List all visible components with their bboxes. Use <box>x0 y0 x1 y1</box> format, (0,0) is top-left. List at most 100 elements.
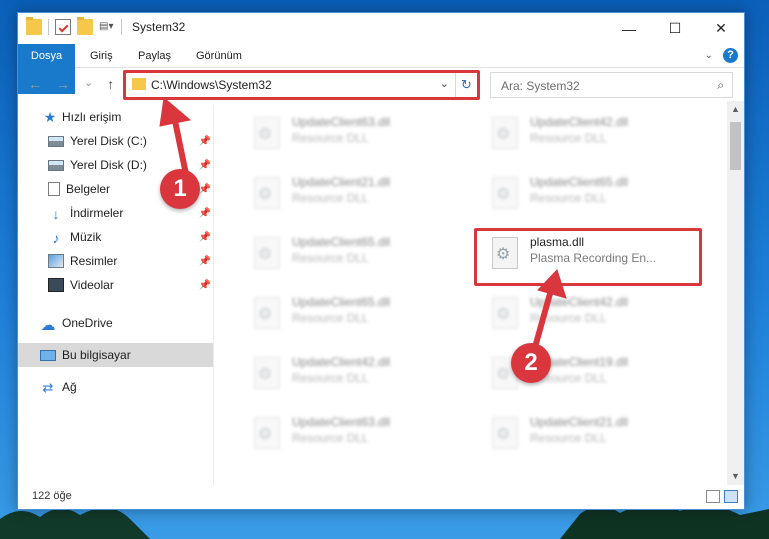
file-list: UpdateClient63.dll Resource DLL UpdateCl… <box>230 105 730 485</box>
list-item[interactable]: UpdateClient65.dll Resource DLL <box>248 229 478 279</box>
file-name: UpdateClient65.dll <box>292 295 391 309</box>
sidebar-item-label: Resimler <box>70 254 118 268</box>
file-name: UpdateClient63.dll <box>292 115 391 129</box>
quick-access-toolbar: ▤▾ System32 <box>26 17 186 35</box>
window-controls: — ☐ ✕ <box>606 13 744 44</box>
search-input[interactable]: Ara: System32 ⌕ <box>490 72 733 98</box>
list-item[interactable]: UpdateClient21.dll Resource DLL <box>486 409 716 459</box>
pin-icon[interactable]: 📌 <box>199 280 211 291</box>
chevron-down-icon[interactable]: ⌄ <box>705 50 713 61</box>
computer-icon <box>40 349 56 361</box>
recent-locations-button[interactable]: ⌄ <box>84 76 93 92</box>
dll-file-icon <box>254 177 280 209</box>
ribbon-tabs: Dosya Giriş Paylaş Görünüm ⌄ ? <box>18 44 744 94</box>
network-icon: ⇄ <box>42 380 54 395</box>
file-description: Resource DLL <box>292 311 369 325</box>
address-highlight-box <box>123 70 480 100</box>
dll-file-icon <box>254 117 280 149</box>
sidebar-item-label: Hızlı erişim <box>62 110 122 124</box>
pin-icon[interactable]: 📌 <box>199 136 211 147</box>
file-description: Resource DLL <box>530 191 607 205</box>
customize-toolbar-icon[interactable]: ▤▾ <box>99 19 115 35</box>
drive-icon <box>48 159 64 171</box>
sidebar-item-this-pc[interactable]: Bu bilgisayar <box>18 343 213 367</box>
close-button[interactable]: ✕ <box>698 13 744 44</box>
pin-icon[interactable]: 📌 <box>199 208 211 219</box>
sidebar-item-pictures[interactable]: Resimler 📌 <box>18 249 213 273</box>
list-item[interactable]: UpdateClient65.dll Resource DLL <box>248 289 478 339</box>
pin-icon[interactable]: 📌 <box>199 160 211 171</box>
maximize-button[interactable]: ☐ <box>652 13 698 44</box>
file-name: UpdateClient21.dll <box>292 175 391 189</box>
file-name: UpdateClient21.dll <box>530 415 629 429</box>
list-item[interactable]: UpdateClient63.dll Resource DLL <box>248 109 478 159</box>
file-name: UpdateClient42.dll <box>530 115 629 129</box>
file-name: UpdateClient65.dll <box>530 175 629 189</box>
music-icon: ♪ <box>52 230 60 246</box>
pane-divider[interactable] <box>213 105 214 485</box>
dll-file-icon <box>492 177 518 209</box>
file-description: Resource DLL <box>530 431 607 445</box>
dll-file-icon <box>254 237 280 269</box>
back-button[interactable]: ← <box>28 76 42 92</box>
drive-icon <box>48 135 64 147</box>
forward-button[interactable]: → <box>56 76 70 92</box>
pictures-icon <box>48 254 64 268</box>
folder-icon[interactable] <box>26 17 42 35</box>
sidebar-item-label: Videolar <box>70 278 114 292</box>
dll-file-icon <box>254 297 280 329</box>
details-view-icon[interactable] <box>706 490 720 503</box>
list-item[interactable]: UpdateClient42.dll Resource DLL <box>248 349 478 399</box>
list-item[interactable]: UpdateClient63.dll Resource DLL <box>248 409 478 459</box>
scroll-up-icon[interactable]: ▲ <box>727 101 744 118</box>
minimize-button[interactable]: — <box>606 13 652 44</box>
up-button[interactable]: ↑ <box>107 76 114 92</box>
list-item[interactable]: UpdateClient42.dll Resource DLL <box>486 289 716 339</box>
sidebar-item-label: Yerel Disk (D:) <box>70 158 147 172</box>
navigation-bar: ← → ⌄ ↑ C:\Windows\System32 ⌄ ↻ Ara: Sys… <box>18 70 744 100</box>
search-placeholder: Ara: System32 <box>501 79 580 93</box>
ribbon-right: ⌄ ? <box>705 48 738 63</box>
tiles-view-icon[interactable] <box>724 490 738 503</box>
scroll-down-icon[interactable]: ▼ <box>727 468 744 485</box>
search-icon[interactable]: ⌕ <box>717 78 724 93</box>
tab-view[interactable]: Görünüm <box>186 44 252 68</box>
sidebar-item-videos[interactable]: Videolar 📌 <box>18 273 213 297</box>
star-icon: ★ <box>43 108 57 125</box>
sidebar-item-network[interactable]: ⇄ Ağ <box>18 375 213 399</box>
sidebar-item-music[interactable]: ♪ Müzik 📌 <box>18 225 213 249</box>
properties-icon[interactable] <box>55 19 71 35</box>
file-description: Resource DLL <box>292 251 369 265</box>
sidebar-item-label: Bu bilgisayar <box>62 348 131 362</box>
step-1-badge: 1 <box>160 169 200 209</box>
file-description: Resource DLL <box>292 431 369 445</box>
pin-icon[interactable]: 📌 <box>199 184 211 195</box>
file-description: Resource DLL <box>530 131 607 145</box>
sidebar-item-local-disk-c[interactable]: Yerel Disk (C:) 📌 <box>18 129 213 153</box>
sidebar-item-label: Belgeler <box>66 182 111 196</box>
file-name: UpdateClient42.dll <box>530 295 629 309</box>
file-description: Resource DLL <box>292 131 369 145</box>
pin-icon[interactable]: 📌 <box>199 256 211 267</box>
window-title: System32 <box>132 20 186 34</box>
sidebar-item-label: Ağ <box>62 380 77 394</box>
pin-icon[interactable]: 📌 <box>199 232 211 243</box>
vertical-scrollbar[interactable]: ▲ ▼ <box>727 101 744 485</box>
tab-share[interactable]: Paylaş <box>128 44 181 68</box>
help-icon[interactable]: ? <box>723 48 738 63</box>
cloud-icon: ☁ <box>40 317 56 334</box>
list-item[interactable]: UpdateClient42.dll Resource DLL <box>486 109 716 159</box>
scroll-thumb[interactable] <box>730 122 741 170</box>
tab-home[interactable]: Giriş <box>80 44 123 68</box>
download-icon: ↓ <box>52 206 60 222</box>
sidebar-item-onedrive[interactable]: ☁ OneDrive <box>18 311 213 335</box>
dll-file-icon <box>492 417 518 449</box>
sidebar-item-quick-access[interactable]: ★ Hızlı erişim <box>18 105 213 129</box>
list-item[interactable]: UpdateClient21.dll Resource DLL <box>248 169 478 219</box>
title-bar: ▤▾ System32 — ☐ ✕ <box>18 13 744 44</box>
list-item[interactable]: UpdateClient65.dll Resource DLL <box>486 169 716 219</box>
sidebar-item-label: Müzik <box>70 230 102 244</box>
file-name: UpdateClient65.dll <box>292 235 391 249</box>
status-bar: 122 öğe <box>18 485 744 509</box>
new-folder-icon[interactable] <box>77 17 93 35</box>
